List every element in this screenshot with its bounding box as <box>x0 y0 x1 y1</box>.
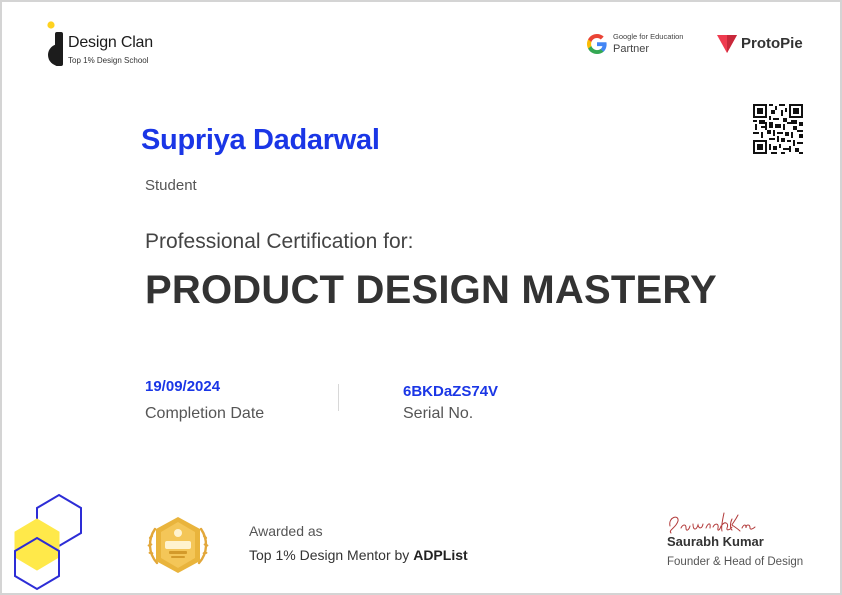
signature <box>669 512 756 534</box>
completion-date: 19/09/2024 <box>145 378 221 395</box>
google-partner-logo: Google for Education Partner <box>585 32 705 58</box>
serial-number-label: Serial No. <box>403 405 474 422</box>
certificate: Design Clan Top 1% Design School Google … <box>0 0 842 595</box>
award-title-text: Top 1% Design Mentor by <box>249 547 414 563</box>
google-g-icon <box>587 34 607 54</box>
google-partner-label: Partner <box>613 43 650 55</box>
completion-date-label: Completion Date <box>145 405 265 422</box>
certification-prefix: Professional Certification for: <box>145 230 414 253</box>
qr-code-icon <box>753 104 803 154</box>
course-title: PRODUCT DESIGN MASTERY <box>145 268 717 312</box>
protopie-icon <box>717 35 737 53</box>
recipient-role: Student <box>145 177 197 194</box>
design-clan-logo-icon <box>47 21 63 66</box>
award-title: Top 1% Design Mentor by ADPList <box>249 547 468 563</box>
divider <box>338 384 339 411</box>
signatory-title: Founder & Head of Design <box>667 556 804 568</box>
serial-number: 6BKDaZS74V <box>403 383 499 400</box>
adplist-mentor-badge-icon <box>147 517 209 573</box>
protopie-name: ProtoPie <box>741 35 803 52</box>
award-caption: Awarded as <box>249 523 323 539</box>
hexagon-decoration <box>14 493 82 591</box>
design-clan-logo: Design Clan Top 1% Design School <box>36 19 176 69</box>
award-organization: ADPList <box>413 547 468 563</box>
brand-tagline: Top 1% Design School <box>68 56 149 65</box>
recipient-name: Supriya Dadarwal <box>141 124 380 156</box>
signatory-name: Saurabh Kumar <box>667 534 764 549</box>
google-partner-caption: Google for Education <box>613 32 684 41</box>
brand-name: Design Clan <box>68 34 153 51</box>
